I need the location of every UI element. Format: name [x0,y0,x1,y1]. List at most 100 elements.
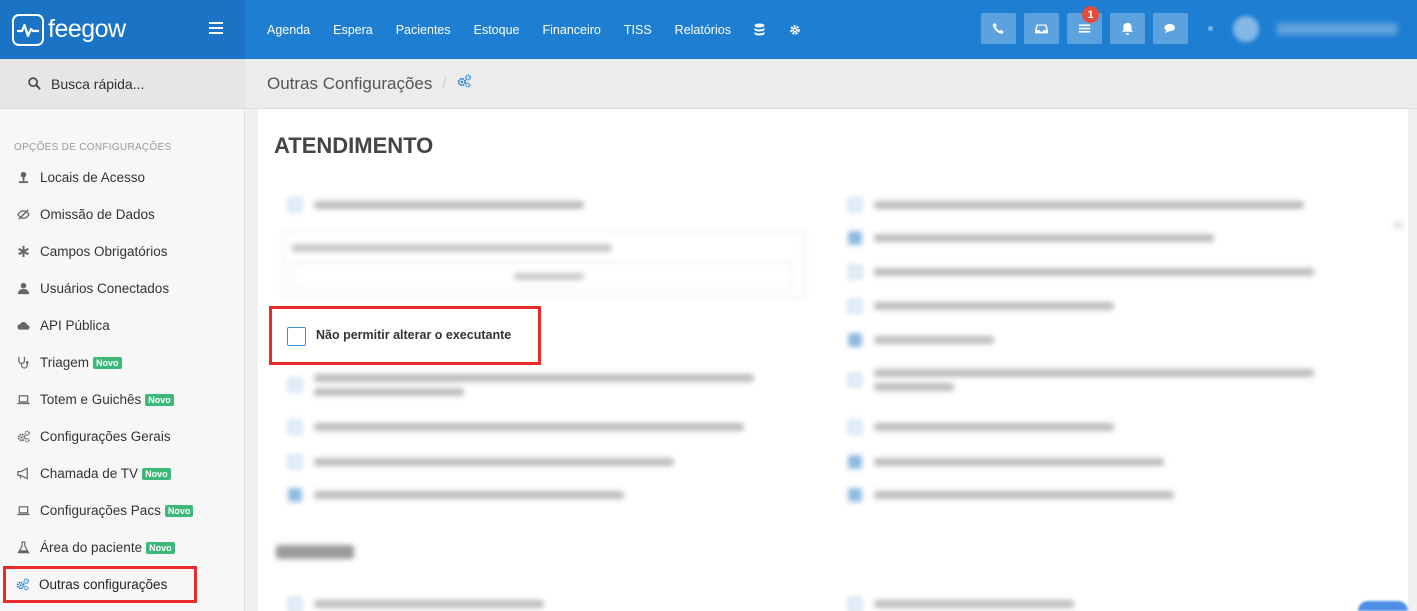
sidebar-item-outras-configuracoes[interactable]: Outras configurações [3,566,197,603]
blurred-fragment [1393,221,1403,229]
section-heading: ATENDIMENTO [274,133,434,158]
sidebar-section-title: OPÇÕES DE CONFIGURAÇÕES [14,142,172,153]
sidebar-item-triagem[interactable]: Triagem Novo [0,344,244,381]
tasks-button[interactable]: 1 [1067,6,1102,44]
blurred-option[interactable] [288,488,624,502]
blurred-option[interactable] [288,420,744,434]
user-icon [16,282,30,296]
blurred-option[interactable] [848,597,1074,611]
sidebar-item-label: Triagem [40,355,90,370]
sidebar-item-omissao-de-dados[interactable]: Omissão de Dados [0,196,244,233]
gear-icon[interactable] [789,24,801,36]
blurred-option[interactable] [848,198,1304,212]
main-content: ATENDIMENTO Não permitir alterar o execu… [258,109,1408,611]
nav-financeiro[interactable]: Financeiro [543,23,601,37]
blurred-option[interactable] [288,455,674,469]
sidebar-item-locais-de-acesso[interactable]: Locais de Acesso [0,159,244,196]
sidebar-item-label: API Pública [40,318,110,333]
stethoscope-icon [16,356,30,370]
notifications-button[interactable] [1110,13,1145,44]
avatar[interactable] [1233,15,1259,42]
sidebar-item-campos-obrigatorios[interactable]: Campos Obrigatórios [0,233,244,270]
sidebar-item-configuracoes-pacs[interactable]: Configurações Pacs Novo [0,492,244,529]
breadcrumb: Outras Configurações / [245,59,1417,109]
quick-search[interactable]: Busca rápida... [0,59,244,109]
cogs-icon [16,430,30,444]
laptop-icon [16,504,30,518]
list-icon [1078,24,1091,33]
brand-name: feegow [48,15,126,43]
search-icon [28,77,41,90]
floating-action-button[interactable] [1358,601,1408,611]
sidebar-item-label: Usuários Conectados [40,281,170,296]
status-dot [1208,26,1213,31]
sidebar-item-label: Área do paciente [40,540,143,555]
blurred-option[interactable] [848,333,994,347]
inbox-icon [1035,24,1048,34]
phone-button[interactable] [981,13,1016,44]
blurred-option[interactable] [288,597,544,611]
nav-agenda[interactable]: Agenda [267,23,310,37]
database-icon[interactable] [754,23,765,36]
novo-badge: Novo [93,356,122,369]
blurred-option[interactable] [848,455,1164,469]
mask-strip [846,352,916,360]
main-nav: Agenda Espera Pacientes Estoque Financei… [267,23,825,37]
sidebar-item-configuracoes-gerais[interactable]: Configurações Gerais [0,418,244,455]
novo-badge: Novo [142,467,171,480]
feegow-logo-icon [12,13,44,46]
cogs-icon [15,578,29,592]
nav-relatorios[interactable]: Relatórios [675,23,731,37]
brand[interactable]: feegow [0,0,245,59]
sidebar-item-area-do-paciente[interactable]: Área do paciente Novo [0,529,244,566]
blurred-subheading [276,543,354,565]
blurred-option[interactable] [848,488,1174,502]
nao-permitir-alterar-executante-label[interactable]: Não permitir alterar o executante [316,328,511,342]
sidebar: Busca rápida... OPÇÕES DE CONFIGURAÇÕES … [0,59,245,611]
bell-icon [1121,22,1134,35]
blurred-option[interactable] [288,371,754,399]
blurred-option[interactable] [288,198,584,212]
phone-icon [992,22,1004,34]
highlighted-option-box: Não permitir alterar o executante [269,306,541,365]
laptop-icon [16,393,30,407]
sidebar-item-api-publica[interactable]: API Pública [0,307,244,344]
cloud-icon [16,319,30,333]
sidebar-item-totem-e-guiches[interactable]: Totem e Guichês Novo [0,381,244,418]
menu-toggle-icon[interactable] [209,22,223,34]
blurred-option[interactable] [848,366,1314,394]
flask-icon [16,541,30,555]
blurred-option[interactable] [848,231,1214,245]
toolbar: 1 [981,6,1397,44]
chat-icon [1164,24,1175,34]
nav-espera[interactable]: Espera [333,23,373,37]
novo-badge: Novo [146,541,175,554]
asterisk-icon [16,245,30,259]
sidebar-item-chamada-de-tv[interactable]: Chamada de TV Novo [0,455,244,492]
sidebar-item-label: Locais de Acesso [40,170,146,185]
nav-pacientes[interactable]: Pacientes [396,23,451,37]
blurred-option[interactable] [848,420,1114,434]
nav-tiss[interactable]: TISS [624,23,652,37]
sidebar-item-label: Outras configurações [39,577,168,592]
novo-badge: Novo [145,393,174,406]
search-label: Busca rápida... [51,75,145,92]
blurred-option[interactable] [848,299,1114,313]
user-name[interactable] [1277,22,1397,35]
sidebar-item-label: Omissão de Dados [40,207,155,222]
novo-badge: Novo [164,504,194,517]
nav-estoque[interactable]: Estoque [474,23,520,37]
sidebar-item-label: Totem e Guichês [40,392,142,407]
bullhorn-icon [16,467,30,481]
sidebar-item-label: Campos Obrigatórios [40,244,168,259]
page-title: Outras Configurações [267,73,433,93]
inbox-button[interactable] [1024,13,1059,44]
cogs-icon [457,74,471,93]
notification-badge: 1 [1082,6,1099,23]
chat-button[interactable] [1153,13,1188,44]
sidebar-item-usuarios-conectados[interactable]: Usuários Conectados [0,270,244,307]
blurred-option[interactable] [848,265,1314,279]
nao-permitir-alterar-executante-checkbox[interactable] [287,327,306,346]
blurred-select-group[interactable] [283,231,805,298]
breadcrumb-separator: / [442,75,447,92]
